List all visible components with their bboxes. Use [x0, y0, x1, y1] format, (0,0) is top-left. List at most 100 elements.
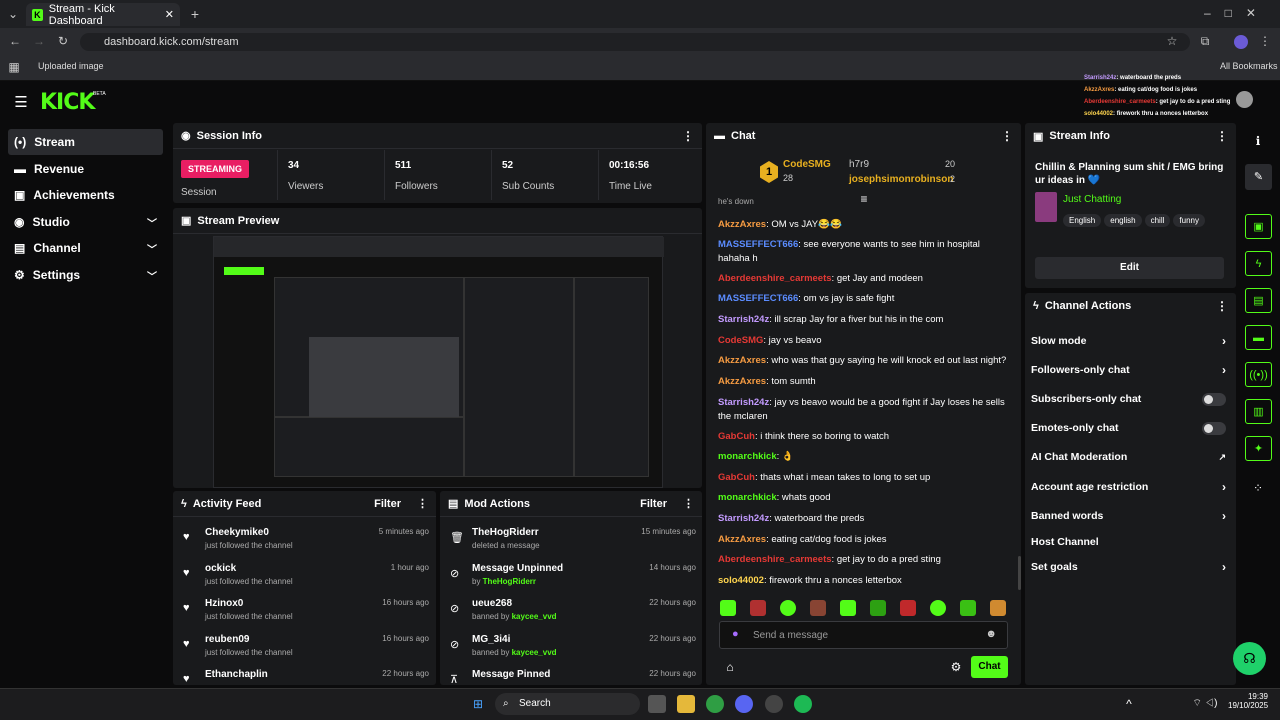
new-tab-icon[interactable]: + [188, 6, 202, 22]
emote[interactable] [930, 600, 946, 616]
filter-button[interactable]: Filter [640, 498, 667, 510]
chat-username[interactable]: solo44002 [718, 575, 764, 586]
chat-username[interactable]: AkzzAxres [718, 355, 766, 366]
send-chat-button[interactable]: Chat [971, 656, 1008, 678]
hamburger-menu-icon[interactable]: ☰ [14, 93, 28, 111]
extensions-icon[interactable]: ⧉ [1198, 34, 1212, 49]
chat-username[interactable]: GabCuh [718, 472, 755, 483]
chat-username[interactable]: MASSEFFECT666 [718, 293, 798, 304]
network-volume-icons[interactable]: ⌔ ◁) [1187, 697, 1223, 710]
tab-list-icon[interactable]: ⌄ [6, 7, 20, 21]
channel-action-banned-words[interactable]: Banned words › [1031, 502, 1226, 530]
close-tab-icon[interactable]: ✕ [165, 8, 174, 21]
more-options-icon[interactable]: ⋮ [682, 129, 694, 143]
bookmark-star-icon[interactable]: ☆ [1165, 34, 1179, 48]
info-icon[interactable]: ℹ [1251, 134, 1265, 148]
more-options-icon[interactable]: ⋮ [1216, 129, 1228, 143]
reload-icon[interactable]: ↻ [56, 34, 70, 48]
apps-dots-icon[interactable]: ⁘ [1251, 481, 1265, 495]
windows-start-icon[interactable]: ⊞ [469, 695, 487, 713]
edit-stream-button[interactable]: Edit [1035, 257, 1224, 279]
emote[interactable] [780, 600, 796, 616]
tag[interactable]: English [1063, 214, 1102, 227]
channel-action-account-age-restriction[interactable]: Account age restriction › [1031, 473, 1226, 501]
emote[interactable] [990, 600, 1006, 616]
collapse-icon[interactable]: ≡ [857, 192, 871, 206]
chat-username[interactable]: Starrish24z [718, 513, 769, 524]
sidebar-item-studio[interactable]: ◉ Studio ﹀ [8, 209, 163, 235]
chat-username[interactable]: AkzzAxres [718, 376, 766, 387]
channel-action-followers-only-chat[interactable]: Followers-only chat › [1031, 356, 1226, 384]
sidebar-item-revenue[interactable]: ▬ Revenue [8, 156, 163, 182]
emoji-icon[interactable]: ☻ [985, 628, 997, 640]
chat-username[interactable]: GabCuh [718, 431, 755, 442]
store-icon[interactable]: ⌂ [723, 660, 737, 674]
category-name[interactable]: Just Chatting [1063, 194, 1121, 205]
chat-username[interactable]: Aberdeenshire_carmeets [718, 554, 832, 565]
chat-username[interactable]: CodeSMG [718, 335, 763, 346]
steam-icon[interactable] [765, 695, 783, 713]
taskbar-clock[interactable]: 19:39 19/10/2025 [1228, 692, 1268, 710]
more-options-icon[interactable]: ⋮ [417, 497, 428, 510]
support-button[interactable]: ☊ [1233, 642, 1266, 675]
window-controls[interactable]: –□✕ [1202, 6, 1272, 20]
channel-action-emotes-only-chat[interactable]: Emotes-only chat [1031, 414, 1226, 442]
task-view-icon[interactable] [648, 695, 666, 713]
microphone-icon[interactable]: ● [732, 628, 739, 640]
stream-preview-video[interactable] [213, 236, 664, 488]
chat-username[interactable]: monarchkick [718, 451, 777, 462]
chrome-icon[interactable] [706, 695, 724, 713]
toggle-switch[interactable] [1202, 392, 1226, 406]
filter-button[interactable]: Filter [374, 498, 401, 510]
emote[interactable] [900, 600, 916, 616]
more-options-icon[interactable]: ⋮ [683, 497, 694, 510]
taskbar-search[interactable]: ⌕ Search [495, 693, 640, 715]
tray-chevron-icon[interactable]: ^ [1122, 697, 1136, 711]
profile-avatar[interactable] [1234, 35, 1248, 49]
screen-icon[interactable]: ▣ [1245, 214, 1272, 239]
second-gifter-name[interactable]: h7r9 [849, 159, 869, 170]
spotify-icon[interactable] [794, 695, 812, 713]
layout-icon[interactable]: ▥ [1245, 399, 1272, 424]
toggle-switch[interactable] [1202, 421, 1226, 435]
chat-username[interactable]: Aberdeenshire_carmeets [718, 273, 832, 284]
all-bookmarks[interactable]: All Bookmarks [1220, 61, 1278, 71]
emote[interactable] [750, 600, 766, 616]
top-gifter-name[interactable]: CodeSMG [783, 159, 831, 170]
sidebar-item-achievements[interactable]: ▣ Achievements [8, 182, 163, 208]
broadcast-icon[interactable]: ((•)) [1245, 362, 1272, 387]
file-explorer-icon[interactable] [677, 695, 695, 713]
kick-logo[interactable]: KICK [40, 90, 95, 115]
back-icon[interactable]: ← [8, 34, 22, 48]
bookmark-uploaded-image[interactable]: Uploaded image [38, 61, 104, 71]
chat-username[interactable]: AkzzAxres [718, 534, 766, 545]
chat-username[interactable]: Starrish24z [718, 397, 769, 408]
list-icon[interactable]: ▤ [1245, 288, 1272, 313]
chat-scrollbar[interactable] [1018, 556, 1021, 590]
emote[interactable] [840, 600, 856, 616]
emote[interactable] [870, 600, 886, 616]
more-options-icon[interactable]: ⋮ [1001, 129, 1013, 143]
tag[interactable]: chill [1144, 214, 1171, 227]
apps-icon[interactable]: ▦ [8, 60, 20, 74]
edit-icon[interactable]: ✎ [1245, 164, 1272, 190]
channel-action-subscribers-only-chat[interactable]: Subscribers-only chat [1031, 385, 1226, 413]
user-avatar[interactable] [1236, 91, 1253, 108]
chat-username[interactable]: AkzzAxres [718, 219, 766, 230]
chat-username[interactable]: Starrish24z [718, 314, 769, 325]
chat-username[interactable]: monarchkick [718, 492, 777, 503]
channel-action-slow-mode[interactable]: Slow mode › [1031, 327, 1226, 355]
wrench-icon[interactable]: ✦ [1245, 436, 1272, 461]
more-options-icon[interactable]: ⋮ [1216, 299, 1228, 313]
forward-icon[interactable]: → [32, 34, 46, 48]
url-field[interactable]: dashboard.kick.com/stream [80, 33, 1190, 51]
chat-bubble-icon[interactable]: ▬ [1245, 325, 1272, 350]
discord-icon[interactable] [735, 695, 753, 713]
browser-menu-icon[interactable]: ⋮ [1258, 34, 1272, 48]
lightning-icon[interactable]: ϟ [1245, 251, 1272, 276]
chat-settings-icon[interactable]: ⚙ [949, 660, 963, 674]
tag[interactable]: english [1104, 214, 1142, 227]
chat-username[interactable]: MASSEFFECT666 [718, 239, 798, 250]
channel-action-set-goals[interactable]: Set goals › [1031, 553, 1226, 581]
sidebar-item-channel[interactable]: ▤ Channel ﹀ [8, 235, 163, 261]
